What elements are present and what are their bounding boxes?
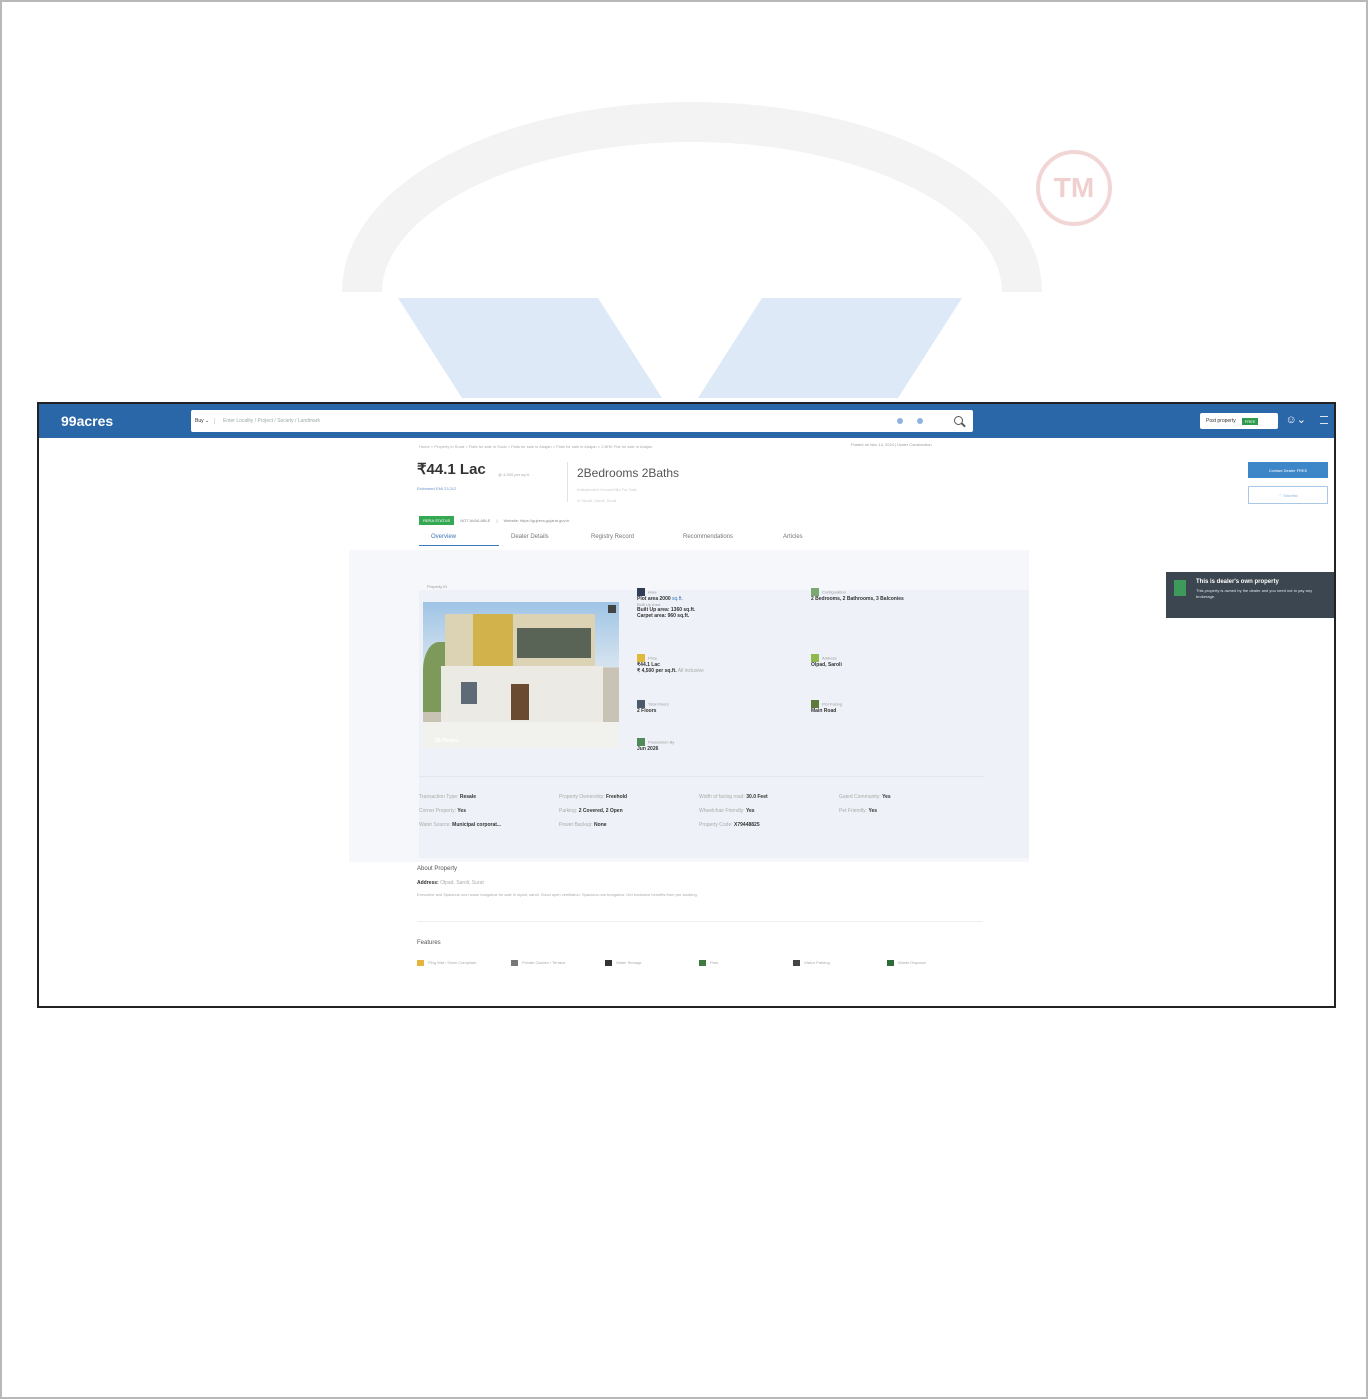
rera-status-badge: RERA STATUS [419,516,455,525]
detail-item: Wheelchair Friendly: Yes [699,808,755,814]
listing-title: 2Bedrooms 2Baths [577,466,680,480]
scanned-page: TM 99acres Buy ⌄ Enter Locality / Projec… [0,0,1368,1399]
photos-count[interactable]: 35 Photos [435,738,459,744]
amenity-item: Ping Wat / Swim Compliant [417,960,511,966]
site-logo[interactable]: 99acres [61,413,181,429]
detail-item: Width of facing road: 30.0 Feet [699,794,768,800]
price-per-sqft: @ 4,500 per sq.ft. [498,472,530,477]
area-block: Area Plot area 2000 sq.ft. Built Up Area… [637,588,696,619]
section-tabs: Overview Dealer Details Registry Record … [419,534,851,546]
floors-icon [637,700,645,708]
search-icon[interactable] [951,413,967,429]
trademark-mark: TM [1036,150,1112,226]
price-block: Price ₹44.1 Lac ₹ 4,500 per sq.ft. All i… [637,654,704,674]
address-block: Address Olpad, Saroli [811,654,842,668]
rera-status-row: RERA STATUS NOT AVAILABLE | Website: htt… [419,516,569,525]
floors-block: Total Floors 2 Floors [637,700,669,714]
tab-overview[interactable]: Overview [419,534,499,546]
expand-icon[interactable] [608,605,616,613]
header-divider [567,462,568,502]
section-divider [417,921,983,922]
amenity-icon [511,960,518,966]
listing-price: ₹44.1 Lac [417,461,486,478]
free-badge: FREE [1241,417,1259,425]
shortlist-button[interactable]: ♡ Shortlist [1248,486,1328,504]
search-input[interactable]: Enter Locality / Project / Society / Lan… [215,418,897,424]
contact-dealer-button[interactable]: Contact Dealer FREE [1248,462,1328,478]
facing-block: Plot Facing Main Road [811,700,843,714]
dealer-card-title: This is dealer's own property [1196,579,1279,585]
section-divider [419,776,985,777]
website-screenshot: 99acres Buy ⌄ Enter Locality / Project /… [37,402,1336,1008]
post-property-button[interactable]: Post property FREE [1200,413,1278,429]
amenity-item: Park [699,960,793,966]
detail-item: Gated Community: Yes [839,794,891,800]
rera-availability: NOT AVAILABLE [460,518,491,523]
detail-item: Property Ownership: Freehold [559,794,628,800]
about-heading: About Property [417,866,458,872]
amenity-item: Private Garden / Terrace [511,960,605,966]
detail-item: Transaction Type: Resale [419,794,476,800]
water-storage-icon [605,960,612,966]
waste-disposal-icon [887,960,894,966]
tab-articles[interactable]: Articles [771,534,851,546]
buy-dropdown[interactable]: Buy ⌄ [191,418,215,424]
amenity-item: Visitor Parking [793,960,887,966]
rera-website-link[interactable]: Website: https://gujrera.gujarat.gov.in [504,518,570,523]
property-photo[interactable]: 35 Photos [423,602,619,748]
area-icon [637,588,645,596]
amenity-item: Water Storage [605,960,699,966]
park-icon [699,960,706,966]
amenities-list: Ping Wat / Swim Compliant Private Garden… [417,960,981,966]
listing-location: in Olpad, Saroli, Surat [577,498,617,503]
property-id: Property ID [427,584,448,589]
location-icon[interactable] [897,418,903,424]
configuration-block: Configuration 2 Bedrooms, 2 Bathrooms, 3… [811,588,904,602]
amenity-icon [417,960,424,966]
parking-icon [793,960,800,966]
menu-icon[interactable] [1320,416,1328,424]
bookmark-icon [1174,580,1186,596]
detail-item: Water Source: Municipal corporat... [419,822,502,828]
price-icon [637,654,645,662]
search-bar[interactable]: Buy ⌄ Enter Locality / Project / Society… [191,410,973,432]
tab-dealer-details[interactable]: Dealer Details [499,534,579,546]
dealer-card-text: This property is owned by the dealer and… [1196,588,1313,599]
property-details-grid: Transaction Type: Resale Property Owners… [419,794,979,828]
post-property-label: Post property [1206,418,1236,424]
top-navigation-bar: 99acres Buy ⌄ Enter Locality / Project /… [39,404,1334,438]
mic-icon[interactable] [917,418,923,424]
amenity-item: Waste Disposal [887,960,981,966]
dealer-property-card: This is dealer's own property This prope… [1166,572,1334,618]
calendar-icon [637,738,645,746]
emi-link[interactable]: Estimated EMI 23,312 [417,486,456,491]
detail-item: Corner Property: Yes [419,808,466,814]
features-heading: Features [417,940,441,946]
posted-info: Posted on Nov 14, 2024 | Under Construct… [851,442,932,447]
listing-subtitle: Independent House/Villa For Sale [577,487,637,492]
detail-item: Parking: 2 Covered, 2 Open [559,808,623,814]
tab-recommendations[interactable]: Recommendations [671,534,771,546]
building-icon [811,588,819,596]
location-pin-icon [811,654,819,662]
detail-item: Power Backup: None [559,822,607,828]
about-address: Address: Olpad, Saroli, Surat [417,880,484,886]
about-description: Executive and Spacious row house bungalo… [417,892,698,897]
tab-registry-record[interactable]: Registry Record [579,534,671,546]
detail-item: Pet Friendly: Yes [839,808,878,814]
compass-icon [811,700,819,708]
user-account-icon[interactable]: ☺⌄ [1286,413,1306,426]
possession-block: Possession By Jun 2026 [637,738,675,752]
detail-item: Property Code: X79448825 [699,822,760,828]
